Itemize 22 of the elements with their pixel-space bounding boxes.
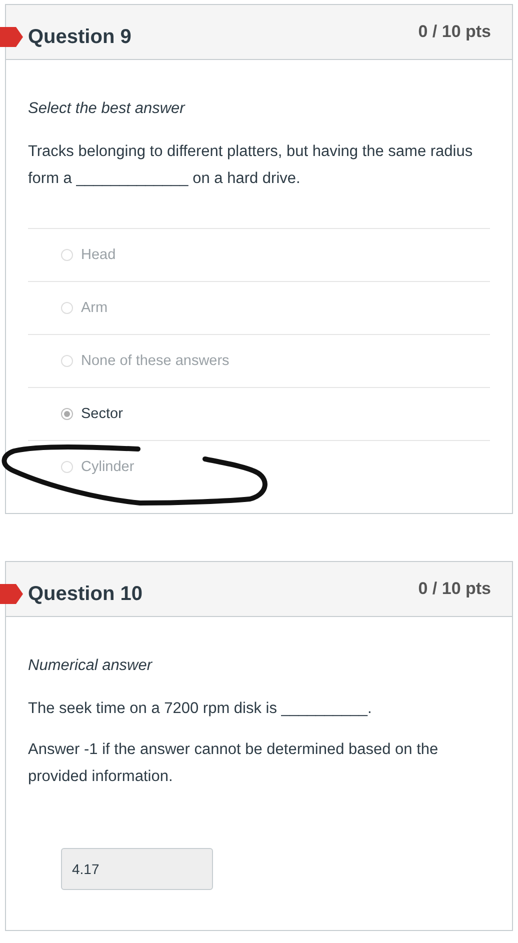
question-text: The seek time on a 7200 rpm disk is __________.	[28, 699, 373, 719]
radio-button[interactable]	[61, 461, 73, 473]
question-instruction: Select the best answer	[28, 100, 186, 118]
points-label: 0 / 10 pts	[418, 579, 491, 599]
flag-icon	[0, 582, 24, 606]
question-title: Question 9	[28, 26, 132, 49]
option-label: Cylinder	[81, 459, 134, 475]
radio-button[interactable]	[61, 408, 73, 420]
radio-button[interactable]	[61, 302, 73, 314]
option-label: Head	[81, 247, 116, 263]
flag-icon	[0, 25, 24, 49]
points-label: 0 / 10 pts	[418, 22, 491, 42]
radio-button[interactable]	[61, 355, 73, 367]
question-instruction: Numerical answer	[28, 657, 154, 675]
radio-button[interactable]	[61, 249, 73, 261]
question-title: Question 10	[28, 583, 142, 606]
question-note: Answer -1 if the answer cannot be determined based on the provided information.	[28, 740, 440, 787]
question-text: Tracks belonging to different platters, but having the same radius form a _____________ on a hard drive.	[28, 142, 474, 189]
option-label: Sector	[81, 406, 123, 422]
option-label: Arm	[81, 300, 108, 316]
answer-field[interactable]: 4.17	[61, 848, 213, 890]
option-label: None of these answers	[81, 353, 230, 369]
